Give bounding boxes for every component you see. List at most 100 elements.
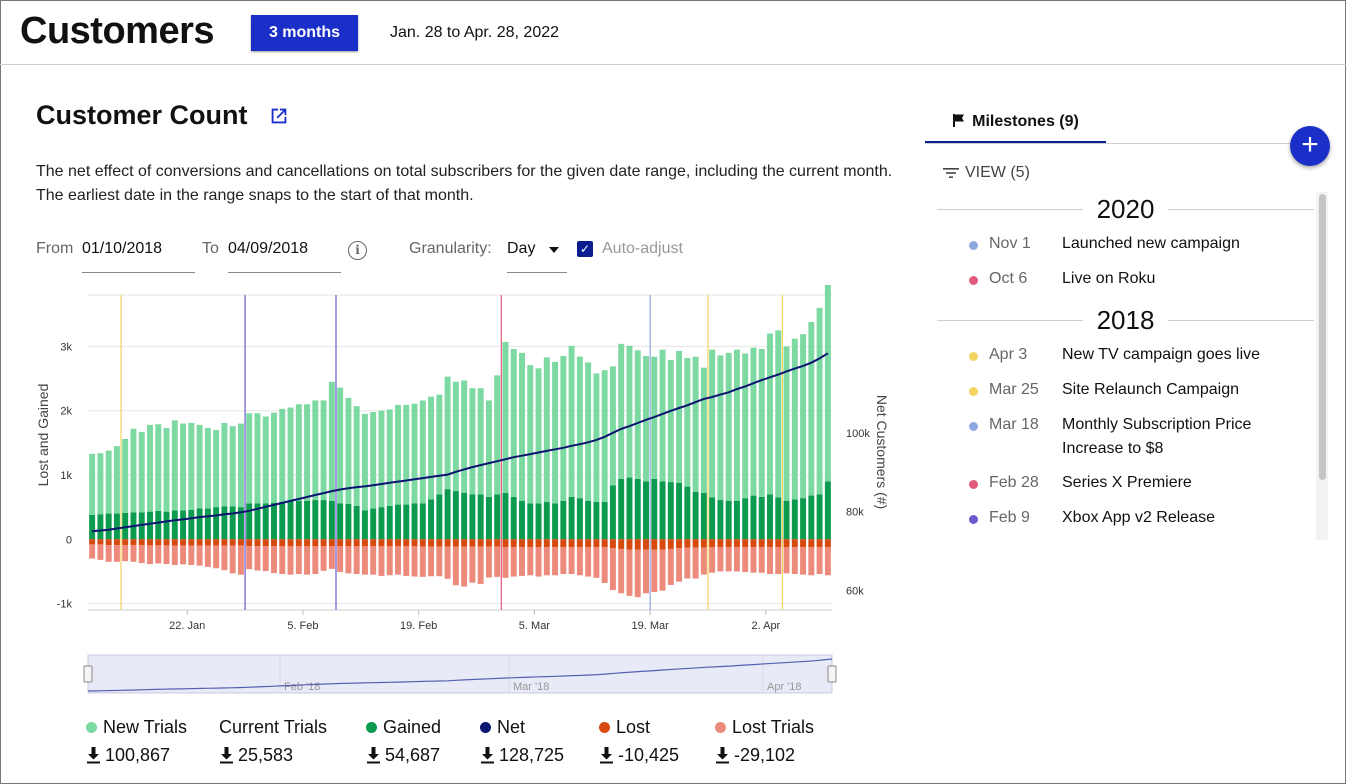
bar-new-trials	[254, 413, 261, 504]
bar-lost-trials	[800, 547, 807, 575]
chart-navigator[interactable]: Feb '18 Mar '18 Apr '18	[83, 654, 837, 694]
bar-lost-trials	[386, 546, 393, 576]
bar-lost	[436, 539, 443, 547]
bar-lost	[485, 539, 492, 547]
bar-new-trials	[816, 307, 823, 495]
bar-lost-trials	[494, 546, 501, 577]
bar-new-trials	[742, 353, 749, 499]
range-button[interactable]: 3 months	[251, 15, 358, 51]
milestone-dot	[969, 241, 978, 250]
milestone-item[interactable]: Mar 18 Monthly Subscription Price Increas…	[937, 413, 1307, 461]
bar-gained	[328, 500, 335, 540]
bar-lost	[287, 539, 294, 547]
bar-gained	[196, 508, 203, 540]
legend-item[interactable]: Gained 54,687	[366, 716, 441, 767]
bar-gained	[676, 482, 683, 540]
bar-new-trials	[452, 381, 459, 492]
download-icon	[220, 747, 233, 764]
legend-value-row: -10,425	[599, 743, 679, 767]
download-icon	[367, 747, 380, 764]
milestone-item[interactable]: Nov 1 Launched new campaign	[937, 232, 1307, 256]
legend-item[interactable]: New Trials 100,867	[86, 716, 187, 767]
bar-lost-trials	[502, 547, 509, 578]
bar-gained	[279, 502, 286, 540]
info-icon[interactable]: i	[348, 241, 367, 260]
to-date-input[interactable]: 04/09/2018	[228, 240, 341, 273]
bar-new-trials	[709, 349, 716, 498]
bar-new-trials	[519, 352, 525, 501]
bar-lost-trials	[684, 547, 691, 579]
bar-lost-trials	[403, 546, 410, 576]
bar-lost-trials	[601, 547, 608, 583]
bar-new-trials	[800, 334, 807, 499]
external-link-icon[interactable]	[268, 105, 290, 127]
bar-lost-trials	[742, 547, 749, 573]
bar-lost-trials	[337, 546, 344, 573]
milestone-text: Site Relaunch Campaign	[1062, 381, 1239, 398]
bar-gained	[428, 499, 435, 540]
year-rule	[937, 208, 1083, 210]
milestone-item[interactable]: Mar 25 Site Relaunch Campaign	[937, 378, 1307, 402]
bar-gained	[585, 500, 592, 540]
bar-lost	[213, 539, 220, 546]
legend-item[interactable]: Lost -10,425	[599, 716, 679, 767]
milestone-item[interactable]: Feb 9 Xbox App v2 Release	[937, 506, 1307, 530]
milestone-item[interactable]: Apr 3 New TV campaign goes live	[937, 343, 1307, 367]
bar-new-trials	[271, 412, 277, 503]
tab-milestones[interactable]: Milestones (9)	[925, 110, 1106, 144]
section-description: The net effect of conversions and cancel…	[36, 163, 893, 204]
milestone-date: Mar 18	[989, 416, 1039, 433]
bar-new-trials	[295, 404, 302, 501]
y-tick-right: 80k	[846, 507, 864, 519]
chart-bars	[89, 285, 831, 598]
bar-lost-trials	[295, 546, 302, 574]
bar-lost-trials	[477, 546, 484, 584]
chevron-down-icon[interactable]	[549, 247, 559, 253]
milestone-item[interactable]: Oct 6 Live on Roku	[937, 267, 1307, 291]
bar-lost	[543, 539, 550, 547]
auto-adjust-checkbox[interactable]: ✓	[577, 241, 593, 257]
bar-lost-trials	[643, 549, 649, 594]
customer-count-chart[interactable]: 3k 2k 1k 0 -1k 100k 80k 60k 22. Jan 5. Feb 19. Fe…	[30, 285, 900, 695]
view-filter-button[interactable]: VIEW (5)	[943, 164, 1030, 182]
bar-lost-trials	[527, 547, 534, 576]
bar-lost-trials	[428, 546, 435, 577]
bar-gained	[659, 481, 666, 540]
legend-item[interactable]: Lost Trials -29,102	[715, 716, 814, 767]
bar-new-trials	[122, 439, 129, 513]
bar-lost	[791, 539, 798, 547]
bar-new-trials	[262, 416, 269, 504]
bar-lost	[163, 539, 170, 546]
granularity-select[interactable]: Day	[507, 240, 567, 273]
bar-lost	[775, 539, 782, 547]
navigator-handle[interactable]	[83, 665, 93, 683]
bar-lost	[262, 539, 269, 547]
navigator-handle[interactable]	[827, 665, 837, 683]
bar-lost-trials	[147, 545, 153, 565]
bar-new-trials	[163, 428, 170, 512]
milestone-date: Apr 3	[989, 346, 1028, 363]
bar-new-trials	[767, 333, 773, 495]
bar-lost	[419, 539, 426, 547]
milestone-scrollbar[interactable]	[1316, 192, 1328, 540]
bar-new-trials	[204, 428, 211, 509]
milestone-list: 2020 Nov 1 Launched new campaign Oct 6 Live …	[937, 192, 1322, 540]
download-icon	[481, 747, 494, 764]
legend-value: 25,583	[238, 744, 294, 765]
bar-lost	[758, 539, 765, 547]
legend-item[interactable]: Net 128,725	[480, 716, 564, 767]
bar-gained	[791, 499, 798, 540]
bar-lost-trials	[279, 546, 286, 574]
bar-lost	[361, 539, 368, 547]
legend-item[interactable]: Current Trials 25,583	[219, 716, 327, 767]
from-date-input[interactable]: 01/10/2018	[82, 240, 195, 273]
scrollbar-thumb[interactable]	[1319, 194, 1326, 480]
bar-new-trials	[733, 349, 740, 501]
add-milestone-button[interactable]: +	[1290, 126, 1330, 166]
bar-lost	[659, 539, 666, 550]
milestone-item[interactable]: Feb 28 Series X Premiere	[937, 471, 1307, 495]
granularity-label: Granularity:	[409, 240, 492, 257]
bar-lost-trials	[452, 546, 459, 586]
bar-new-trials	[428, 396, 435, 500]
legend-value-row: 25,583	[219, 743, 327, 767]
